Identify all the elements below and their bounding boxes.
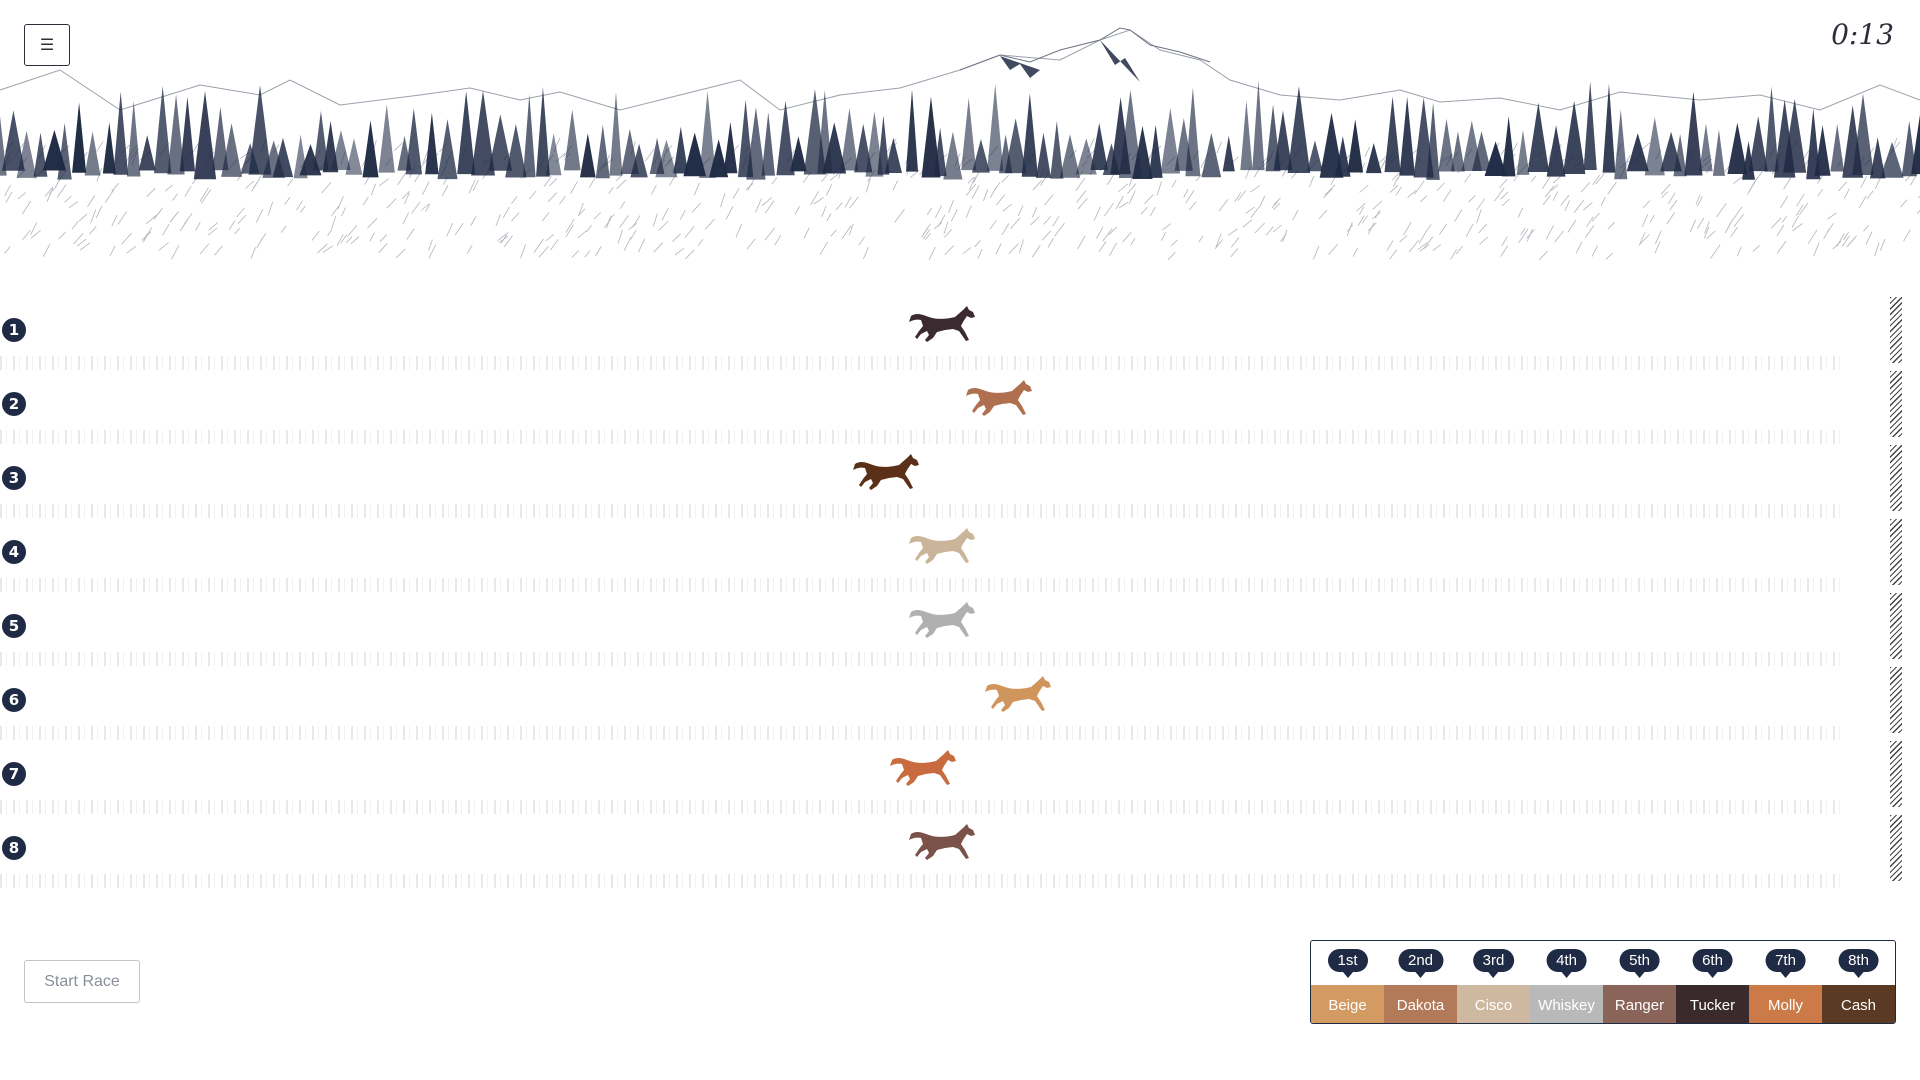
- horse-icon: [983, 674, 1055, 714]
- finish-line: [1890, 297, 1902, 363]
- horse-icon: [907, 304, 979, 344]
- horse-icon: [888, 748, 960, 788]
- finish-line: [1890, 667, 1902, 733]
- horse-icon: [907, 822, 979, 862]
- standing-slot: 8th Cash: [1822, 941, 1895, 1023]
- standing-slot: 5th Ranger: [1603, 941, 1676, 1023]
- finish-line: [1890, 371, 1902, 437]
- place-badge: 1st: [1327, 949, 1368, 972]
- place-badge: 8th: [1838, 949, 1879, 972]
- horse-name: Ranger: [1603, 985, 1676, 1023]
- lane-ground: [0, 504, 1840, 518]
- horse-icon: [851, 452, 923, 492]
- lane-number: 5: [2, 614, 26, 638]
- lane-number: 3: [2, 466, 26, 490]
- place-badge: 7th: [1765, 949, 1806, 972]
- lane-number: 2: [2, 392, 26, 416]
- place-badge: 4th: [1546, 949, 1587, 972]
- finish-line: [1890, 445, 1902, 511]
- hamburger-icon: ☰: [39, 37, 55, 54]
- horse-name: Cash: [1822, 985, 1895, 1023]
- lane-number: 1: [2, 318, 26, 342]
- horse-name: Tucker: [1676, 985, 1749, 1023]
- finish-line: [1890, 519, 1902, 585]
- horse-name: Beige: [1311, 985, 1384, 1023]
- lane-ground: [0, 356, 1840, 370]
- horse-name: Whiskey: [1530, 985, 1603, 1023]
- horse-name: Dakota: [1384, 985, 1457, 1023]
- finish-line: [1890, 741, 1902, 807]
- start-race-button[interactable]: Start Race: [24, 960, 140, 1003]
- lane-number: 4: [2, 540, 26, 564]
- horse-icon: [907, 526, 979, 566]
- lane-number: 7: [2, 762, 26, 786]
- lane-ground: [0, 430, 1840, 444]
- lane-ground: [0, 726, 1840, 740]
- place-badge: 6th: [1692, 949, 1733, 972]
- lane-ground: [0, 800, 1840, 814]
- lane-number: 6: [2, 688, 26, 712]
- horse-icon: [964, 378, 1036, 418]
- finish-line: [1890, 815, 1902, 881]
- standing-slot: 3rd Cisco: [1457, 941, 1530, 1023]
- horse-name: Molly: [1749, 985, 1822, 1023]
- menu-button[interactable]: ☰: [24, 24, 70, 66]
- standing-slot: 6th Tucker: [1676, 941, 1749, 1023]
- lane-ground: [0, 874, 1840, 888]
- place-badge: 3rd: [1472, 949, 1515, 972]
- place-badge: 2nd: [1397, 949, 1444, 972]
- race-timer: 0:13: [1831, 18, 1894, 51]
- standing-slot: 4th Whiskey: [1530, 941, 1603, 1023]
- lane-ground: [0, 652, 1840, 666]
- horse-name: Cisco: [1457, 985, 1530, 1023]
- standings-panel: 1st Beige 2nd Dakota 3rd Cisco 4th Whiskey 5th Ra…: [1310, 940, 1896, 1024]
- horse-icon: [907, 600, 979, 640]
- place-badge: 5th: [1619, 949, 1660, 972]
- lane-number: 8: [2, 836, 26, 860]
- race-track: 1 2 3 4 5 6 7 8: [0, 290, 1920, 890]
- finish-line: [1890, 593, 1902, 659]
- mountain-forest-scenery: [0, 27, 1920, 261]
- lane-ground: [0, 578, 1840, 592]
- standing-slot: 7th Molly: [1749, 941, 1822, 1023]
- standing-slot: 1st Beige: [1311, 941, 1384, 1023]
- standing-slot: 2nd Dakota: [1384, 941, 1457, 1023]
